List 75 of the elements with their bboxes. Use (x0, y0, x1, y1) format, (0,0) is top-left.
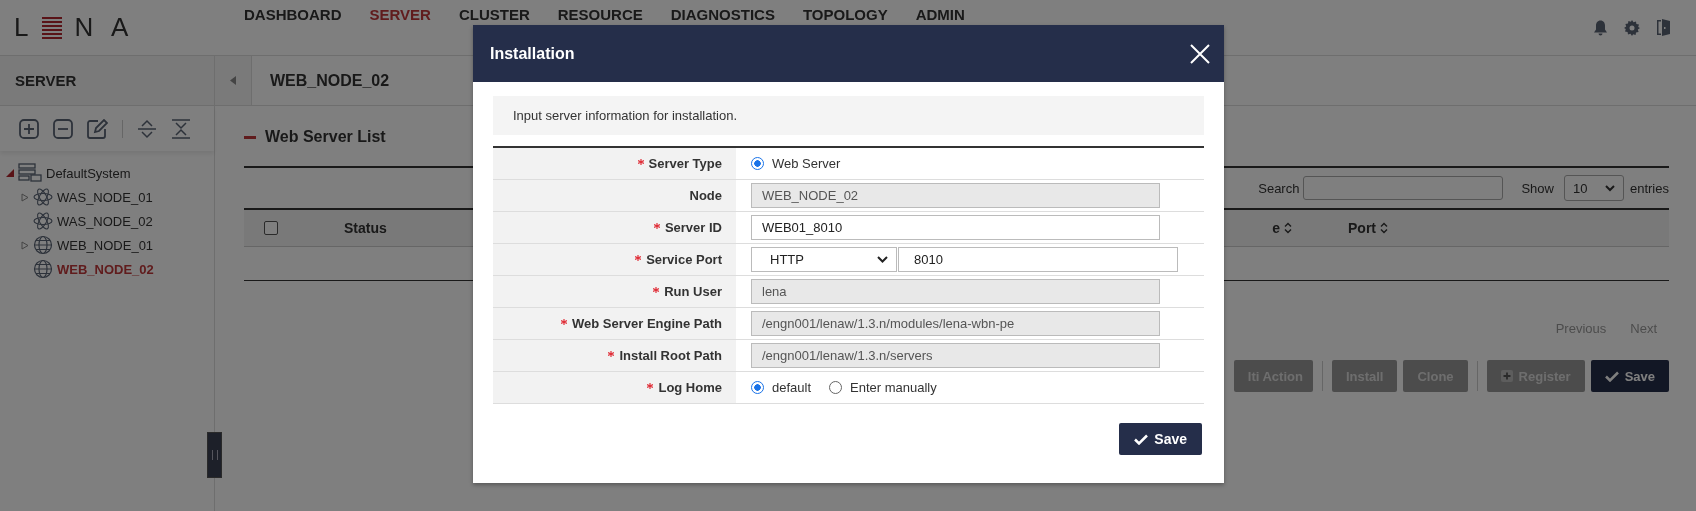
radio-label: default (772, 380, 812, 395)
field-label: Node (689, 188, 722, 203)
column-header[interactable]: Status (344, 220, 387, 236)
bell-icon[interactable] (1593, 19, 1608, 36)
collapsed-triangle-icon[interactable] (21, 240, 29, 250)
expand-icon[interactable] (137, 118, 157, 139)
tree-item[interactable]: WAS_NODE_02 (57, 213, 153, 229)
logo-stripes-icon (42, 16, 63, 39)
globe-icon (33, 235, 53, 255)
sidebar-toggle-button[interactable] (215, 56, 252, 105)
intro-text: Input server information for installation. (513, 108, 737, 123)
entries-select[interactable]: 10 (1563, 175, 1624, 201)
atom-icon (33, 211, 53, 231)
server-group-icon (18, 163, 42, 183)
search-field[interactable] (1303, 176, 1504, 200)
field-label: Log Home (658, 380, 722, 395)
logo-letter: L (14, 12, 35, 43)
select-all-checkbox[interactable] (264, 221, 278, 235)
save-button[interactable]: Save (1119, 423, 1202, 455)
protocol-select[interactable]: HTTP (751, 247, 897, 272)
radio-button[interactable] (751, 381, 764, 394)
dialog-title: Installation (490, 44, 575, 63)
collapse-icon[interactable] (171, 118, 191, 139)
sidebar-title: SERVER (15, 72, 77, 89)
add-icon[interactable] (19, 118, 39, 139)
chevron-left-icon (230, 76, 236, 85)
sort-icon[interactable] (1380, 222, 1388, 234)
field-label: Server ID (664, 220, 722, 235)
input-field[interactable]: WEB01_8010 (751, 215, 1160, 240)
check-icon (1134, 433, 1149, 445)
nav-tab[interactable]: CLUSTER (458, 6, 530, 23)
field-label: Run User (664, 284, 722, 299)
page-title: WEB_NODE_02 (270, 71, 390, 90)
resize-handle[interactable] (207, 432, 222, 478)
settings-icon[interactable] (1624, 19, 1640, 36)
radio-button[interactable] (829, 381, 843, 394)
nav-tab[interactable]: ADMIN (915, 6, 965, 23)
field-label: Service Port (646, 252, 722, 267)
caret-icon (877, 256, 888, 263)
collapsed-triangle-icon[interactable] (21, 192, 29, 202)
nav-tab[interactable]: DIAGNOSTICS (670, 6, 775, 23)
radio-label: Web Server (772, 156, 841, 171)
atom-icon (33, 187, 53, 207)
tree-item[interactable]: WEB_NODE_02 (57, 261, 154, 277)
nav-tab[interactable]: DASHBOARD (244, 6, 342, 23)
check-icon (1604, 370, 1619, 382)
tree-item[interactable]: WEB_NODE_01 (57, 237, 154, 253)
logout-icon[interactable] (1656, 19, 1670, 36)
logo-letters: N A (74, 12, 135, 43)
column-header[interactable]: e (1272, 220, 1280, 236)
nav-tab[interactable]: SERVER (369, 6, 431, 23)
plus-icon (1500, 370, 1513, 382)
entries-label: entries (1629, 180, 1669, 196)
tree-item[interactable]: WAS_NODE_01 (57, 189, 153, 205)
caret-icon (1604, 184, 1615, 192)
remove-icon[interactable] (53, 118, 73, 139)
nav-tab[interactable]: TOPOLOGY (802, 6, 888, 23)
field-label: Install Root Path (619, 348, 722, 363)
section-title: Web Server List (265, 128, 386, 146)
nav-tab[interactable]: RESOURCE (557, 6, 643, 23)
radio-label: Enter manually (850, 380, 937, 395)
expanded-triangle-icon[interactable] (6, 169, 14, 177)
field-label: Server Type (648, 156, 722, 171)
globe-icon (33, 259, 53, 279)
port-field[interactable]: 8010 (898, 247, 1178, 272)
save-button[interactable]: Save (1590, 360, 1669, 392)
search-label: Search (1258, 180, 1300, 196)
show-label: Show (1521, 180, 1554, 196)
sort-icon[interactable] (1284, 222, 1292, 234)
field-label: Web Server Engine Path (571, 316, 722, 331)
column-header[interactable]: Port (1348, 220, 1376, 236)
edit-icon[interactable] (87, 118, 108, 139)
close-icon[interactable] (1190, 43, 1210, 64)
radio-button[interactable] (751, 157, 764, 170)
tree-item[interactable]: DefaultSystem (46, 165, 131, 181)
